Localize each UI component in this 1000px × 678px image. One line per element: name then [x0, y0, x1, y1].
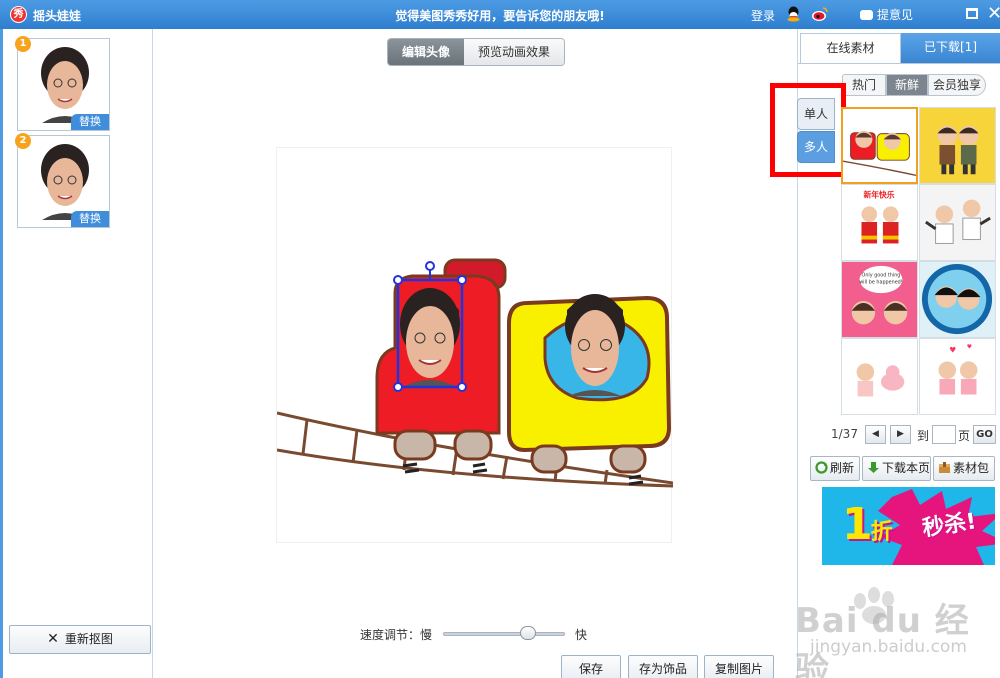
replace-button[interactable]: 替换 [71, 211, 109, 227]
speed-slider-thumb[interactable] [520, 626, 537, 640]
material-pack-label: 素材包 [953, 461, 990, 475]
tab-edit-avatar[interactable]: 编辑头像 [388, 39, 464, 65]
thumbnail-number-badge: 1 [15, 36, 31, 52]
material-only-good-thing[interactable]: Only good thing will be happened! [841, 261, 918, 338]
page-number-input[interactable] [932, 425, 956, 444]
page-label: 页 [958, 429, 971, 443]
tab-online-materials[interactable]: 在线素材 [800, 33, 901, 63]
speed-label: 速度调节：慢 [360, 628, 433, 642]
tab-divider [798, 63, 1000, 64]
train-scene [276, 258, 674, 488]
refresh-icon [815, 461, 828, 474]
copy-image-button[interactable]: 复制图片 [704, 655, 774, 678]
material-two-boys-yellow[interactable] [919, 107, 996, 184]
download-page-label: 下载本页 [882, 461, 931, 475]
promo-main-text: 1折 [842, 499, 893, 550]
watermark-url: jingyan.baidu.com [810, 637, 967, 657]
close-icon[interactable]: ✕ [987, 3, 1000, 24]
package-icon [939, 462, 950, 473]
mode-tabs: 编辑头像 预览动画效果 [387, 38, 565, 66]
subtab-new[interactable]: 新鲜 [886, 74, 928, 96]
maximize-icon[interactable] [966, 8, 978, 19]
edit-canvas[interactable] [276, 147, 674, 543]
subtab-vip[interactable]: 会员独享 [928, 74, 986, 96]
refresh-button[interactable]: 刷新 [810, 456, 860, 481]
new-year-caption: 新年快乐 [863, 190, 894, 200]
svg-text:will be happened!: will be happened! [859, 279, 903, 285]
material-baby-hearts[interactable]: ♥ ♥ [919, 338, 996, 415]
svg-text:♥: ♥ [949, 346, 956, 355]
face-thumbnail-1[interactable]: 1 替换 [15, 36, 110, 131]
next-page-button[interactable]: ▶ [890, 425, 911, 444]
face-thumbnail-2[interactable]: 2 替换 [15, 133, 110, 228]
login-link[interactable]: 登录 [751, 7, 775, 24]
recrop-label: 重新抠图 [64, 632, 113, 646]
app-title: 摇头娃娃 [33, 9, 82, 23]
promo-banner[interactable]: 1折 秒杀! [822, 487, 995, 565]
download-page-button[interactable]: 下载本页 [862, 456, 931, 481]
download-icon [868, 462, 879, 473]
recrop-button[interactable]: ✕ 重新抠图 [9, 625, 151, 654]
material-grid: 新年快乐 Only good thing will be happened! ♥… [841, 107, 996, 415]
tab-downloaded[interactable]: 已下载[1] [901, 33, 1000, 63]
thumbnail-number-badge: 2 [15, 133, 31, 149]
go-button[interactable]: GO [973, 425, 996, 444]
weibo-icon[interactable] [811, 6, 829, 22]
feedback-label: 提意见 [877, 8, 914, 22]
material-new-year-couple[interactable]: 新年快乐 [841, 184, 918, 261]
save-as-accessory-button[interactable]: 存为饰品 [628, 655, 698, 678]
subtab-hot[interactable]: 热门 [842, 74, 886, 96]
save-button[interactable]: 保存 [561, 655, 621, 678]
material-piggy-kid[interactable] [841, 338, 918, 415]
left-accent-bar [0, 29, 3, 678]
side-tab-single[interactable]: 单人 [797, 98, 835, 130]
qq-icon[interactable] [786, 6, 801, 22]
replace-button[interactable]: 替换 [71, 114, 109, 130]
material-dancing-kids[interactable] [919, 184, 996, 261]
title-bar: 秀 摇头娃娃 觉得美图秀秀好用，要告诉您的朋友哦! 登录 提意见 ✕ [0, 0, 1000, 29]
material-circle-couple[interactable] [919, 261, 996, 338]
svg-text:Only good thing: Only good thing [862, 273, 901, 279]
tab-preview-animation[interactable]: 预览动画效果 [464, 39, 564, 65]
svg-text:♥: ♥ [967, 344, 972, 351]
feedback-button[interactable]: 提意见 [860, 6, 913, 23]
face-photo [41, 144, 89, 220]
face-photo [41, 47, 89, 123]
watermark-brand: Bai du 经验 [795, 601, 970, 678]
speed-slider-track[interactable] [443, 632, 565, 636]
chat-bubble-icon [860, 10, 873, 20]
prev-page-button[interactable]: ◀ [865, 425, 886, 444]
material-train-two-kids[interactable] [841, 107, 918, 184]
refresh-label: 刷新 [830, 461, 855, 475]
x-icon: ✕ [47, 631, 59, 647]
page-indicator: 1/37 [831, 427, 858, 441]
speed-fast-label: 快 [575, 628, 588, 642]
slogan-text: 觉得美图秀秀好用，要告诉您的朋友哦! [395, 9, 605, 23]
app-logo-icon: 秀 [10, 6, 27, 23]
material-pack-button[interactable]: 素材包 [933, 456, 995, 481]
goto-label: 到 [917, 429, 930, 443]
side-tab-multi[interactable]: 多人 [797, 131, 835, 163]
